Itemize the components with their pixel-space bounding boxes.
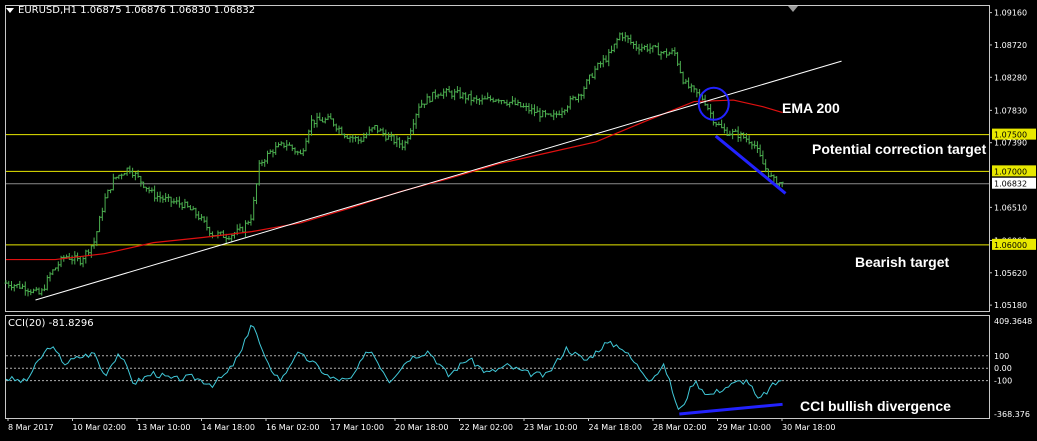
y-tick-label: 1.05180 — [994, 301, 1027, 310]
y-tick-label: 1.09160 — [994, 9, 1027, 18]
divergence-annotation: CCI bullish divergence — [800, 398, 951, 414]
symbol-label: EURUSD,H1 — [18, 5, 78, 16]
y-tick-label: 1.05620 — [994, 269, 1027, 278]
y-tick-label: 1.08720 — [994, 41, 1027, 50]
x-tick-label: 10 Mar 02:00 — [73, 423, 126, 432]
x-tick-label: 17 Mar 10:00 — [331, 423, 384, 432]
x-tick-label: 20 Mar 18:00 — [395, 423, 448, 432]
y-tick-label: 1.07830 — [994, 106, 1027, 115]
cci-tick-label: 0.00 — [994, 364, 1012, 373]
chart-window: 1.09160 1.08720 1.08280 1.07830 1.07390 1.065… — [0, 0, 1037, 441]
cci-tick-label: -368.376 — [994, 410, 1030, 419]
x-tick-label: 30 Mar 18:00 — [782, 423, 835, 432]
correction-annotation: Potential correction target — [812, 141, 987, 157]
y-tick-label: 1.06510 — [994, 203, 1027, 212]
x-tick-label: 23 Mar 10:00 — [524, 423, 577, 432]
cci-tick-label: -100 — [994, 377, 1012, 386]
x-tick-label: 8 Mar 2017 — [8, 423, 54, 432]
cci-header: CCI(20) -81.8296 — [8, 318, 94, 329]
y-tick-label: 1.08280 — [994, 73, 1027, 82]
ema-annotation: EMA 200 — [782, 100, 840, 116]
y-tick-label: 1.07390 — [994, 139, 1027, 148]
x-tick-label: 29 Mar 10:00 — [718, 423, 771, 432]
dropdown-triangle-icon[interactable] — [6, 7, 14, 13]
x-tick-label: 14 Mar 18:00 — [202, 423, 255, 432]
x-tick-label: 28 Mar 02:00 — [653, 423, 706, 432]
chart-canvas: 1.09160 1.08720 1.08280 1.07830 1.07390 1.065… — [4, 5, 1036, 432]
x-tick-label: 24 Mar 18:00 — [589, 423, 642, 432]
current-price-label: 1.06832 — [994, 180, 1027, 189]
x-tick-label: 13 Mar 10:00 — [137, 423, 190, 432]
level-price-label: 1.07500 — [994, 131, 1027, 140]
x-tick-label: 22 Mar 02:00 — [460, 423, 513, 432]
chart-header: EURUSD,H1 1.06875 1.06876 1.06830 1.0683… — [6, 5, 255, 16]
cci-tick-label: 100 — [994, 352, 1009, 361]
bearish-annotation: Bearish target — [855, 254, 950, 270]
cci-tick-label: 409.3648 — [994, 317, 1032, 326]
level-price-label: 1.07000 — [994, 167, 1027, 176]
level-price-label: 1.06000 — [994, 241, 1027, 250]
x-tick-label: 16 Mar 02:00 — [266, 423, 319, 432]
ohlc-values: 1.06875 1.06876 1.06830 1.06832 — [80, 5, 256, 16]
